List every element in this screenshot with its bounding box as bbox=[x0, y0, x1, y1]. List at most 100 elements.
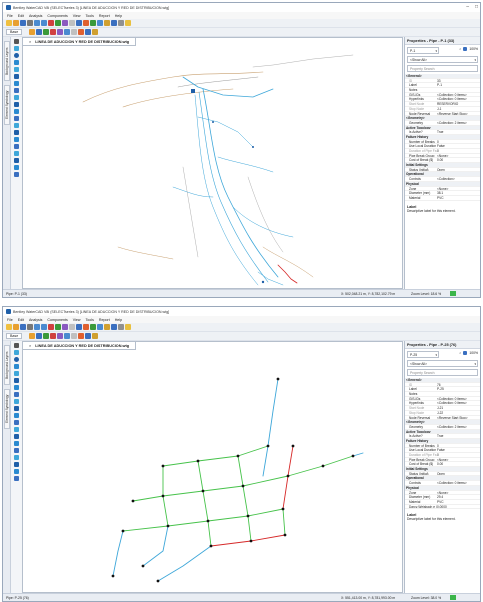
property-value[interactable]: <Reverse Start Stop> bbox=[437, 416, 480, 420]
property-value[interactable]: <None> bbox=[437, 458, 480, 462]
zoom-window-icon[interactable] bbox=[69, 324, 75, 330]
valve-tool-icon[interactable] bbox=[14, 392, 19, 397]
zoom-out-icon[interactable] bbox=[85, 29, 92, 35]
select-arrow-icon[interactable] bbox=[14, 343, 19, 348]
base-scenario-dropdown[interactable]: Base bbox=[6, 29, 23, 35]
calculation-options-icon[interactable] bbox=[36, 29, 43, 35]
drawing-tab[interactable]: × LINEA DE ADUCCION Y RED DE DISTRIBUCION… bbox=[23, 342, 137, 350]
junction-node[interactable] bbox=[276, 377, 280, 381]
customer-meter-tool-icon[interactable] bbox=[14, 158, 19, 163]
property-value[interactable]: <Collection: 0 items> bbox=[437, 401, 480, 405]
fcv-tool-icon[interactable] bbox=[14, 109, 19, 114]
menu-analysis[interactable]: Analysis bbox=[29, 318, 42, 322]
open-folder-icon[interactable] bbox=[13, 324, 19, 330]
background-layers-icon[interactable] bbox=[64, 333, 71, 339]
junction-node[interactable] bbox=[283, 533, 287, 537]
menu-report[interactable]: Report bbox=[99, 14, 110, 18]
maximize-icon[interactable]: □ bbox=[475, 4, 478, 10]
new-file-icon[interactable] bbox=[6, 20, 12, 26]
menu-help[interactable]: Help bbox=[115, 318, 122, 322]
menu-tools[interactable]: Tools bbox=[86, 318, 94, 322]
property-value[interactable]: 33 bbox=[437, 79, 480, 83]
help-small-icon[interactable] bbox=[463, 47, 468, 51]
reservoir-tool-icon[interactable] bbox=[14, 378, 19, 383]
property-value[interactable]: J-21 bbox=[437, 406, 480, 410]
junction-node[interactable] bbox=[261, 280, 265, 284]
delete-icon[interactable] bbox=[48, 20, 54, 26]
junction-node[interactable] bbox=[111, 574, 115, 578]
graph-icon[interactable] bbox=[90, 20, 96, 26]
menu-components[interactable]: Components bbox=[47, 14, 67, 18]
border-text-tool-icon[interactable] bbox=[14, 172, 19, 177]
turbine-tool-icon[interactable] bbox=[14, 448, 19, 453]
zoom-extents-icon[interactable] bbox=[76, 324, 82, 330]
drawing-tab[interactable]: × LINEA DE ADUCCION Y RED DE DISTRIBUCION… bbox=[23, 38, 137, 46]
property-value[interactable]: 0 bbox=[437, 453, 480, 457]
property-value[interactable]: P-25 bbox=[437, 387, 480, 391]
flextable-icon[interactable] bbox=[104, 324, 110, 330]
border-text-tool-icon[interactable] bbox=[14, 476, 19, 481]
property-value[interactable]: <Collection: 0 items> bbox=[437, 93, 480, 97]
element-selector[interactable]: P-1 ▾ bbox=[407, 47, 439, 54]
property-search-input[interactable]: Property Search bbox=[407, 369, 478, 376]
gpv-tool-icon[interactable] bbox=[14, 123, 19, 128]
report-icon[interactable] bbox=[83, 324, 89, 330]
property-search-input[interactable]: Property Search bbox=[407, 65, 478, 72]
save-icon[interactable] bbox=[20, 324, 26, 330]
menu-edit[interactable]: Edit bbox=[18, 318, 24, 322]
close-tab-icon[interactable]: × bbox=[29, 40, 31, 44]
property-value[interactable]: PVC bbox=[437, 196, 480, 200]
junction-node[interactable] bbox=[161, 464, 165, 468]
drawing-pane[interactable]: × LINEA DE ADUCCION Y RED DE DISTRIBUCION… bbox=[22, 341, 403, 593]
zoom-previous-icon[interactable] bbox=[92, 333, 99, 339]
property-value[interactable]: <None> bbox=[437, 187, 480, 191]
validate-icon[interactable] bbox=[43, 333, 50, 339]
element-symbology-icon[interactable] bbox=[57, 29, 64, 35]
undo-icon[interactable] bbox=[34, 20, 40, 26]
property-value[interactable]: True bbox=[437, 130, 480, 134]
pan-icon[interactable] bbox=[71, 29, 78, 35]
compute-icon[interactable] bbox=[55, 20, 61, 26]
element-symbology-tab[interactable]: Element Symbology bbox=[4, 85, 10, 125]
property-value[interactable]: False bbox=[437, 448, 480, 452]
property-value[interactable]: <Collection: 0 items> bbox=[437, 481, 480, 485]
compute-icon[interactable] bbox=[55, 324, 61, 330]
print-icon[interactable] bbox=[27, 20, 33, 26]
property-value[interactable]: True bbox=[437, 434, 480, 438]
property-value[interactable]: 0.0000 bbox=[437, 505, 480, 509]
save-icon[interactable] bbox=[20, 20, 26, 26]
property-row[interactable]: Darcy-Weisbach e (0.0000 bbox=[405, 505, 480, 510]
property-value[interactable]: 38.1 bbox=[437, 191, 480, 195]
scenario-icon[interactable] bbox=[62, 20, 68, 26]
menu-components[interactable]: Components bbox=[47, 318, 67, 322]
pump-tool-icon[interactable] bbox=[14, 81, 19, 86]
redo-icon[interactable] bbox=[41, 20, 47, 26]
property-row[interactable]: Material PVC bbox=[405, 196, 480, 201]
element-selector[interactable]: P-25 ▾ bbox=[407, 351, 439, 358]
user-notifications-icon[interactable] bbox=[50, 333, 57, 339]
calculation-options-icon[interactable] bbox=[36, 333, 43, 339]
scada-tool-icon[interactable] bbox=[14, 165, 19, 170]
background-layers-tab[interactable]: Background Layers bbox=[4, 41, 10, 81]
select-arrow-icon[interactable] bbox=[14, 39, 19, 44]
reservoir-tool-icon[interactable] bbox=[14, 74, 19, 79]
report-icon[interactable] bbox=[83, 20, 89, 26]
property-value[interactable]: 0 bbox=[437, 444, 480, 448]
prv-tool-icon[interactable] bbox=[14, 95, 19, 100]
zoom-value[interactable]: 100% bbox=[469, 47, 478, 51]
help-icon[interactable] bbox=[125, 20, 131, 26]
help-icon[interactable] bbox=[125, 324, 131, 330]
background-layers-tab[interactable]: Background Layers bbox=[4, 345, 10, 385]
property-value[interactable]: <Reverse Start Stop> bbox=[437, 112, 480, 116]
junction-node[interactable] bbox=[212, 121, 214, 123]
alternatives-icon[interactable] bbox=[29, 333, 36, 339]
junction-node[interactable] bbox=[321, 464, 325, 468]
junction-node[interactable] bbox=[141, 564, 145, 568]
pump-tool-icon[interactable] bbox=[14, 385, 19, 390]
property-value[interactable]: J-1 bbox=[437, 107, 480, 111]
property-value[interactable]: J-22 bbox=[437, 411, 480, 415]
junction-node[interactable] bbox=[166, 524, 170, 528]
customer-meter-tool-icon[interactable] bbox=[14, 462, 19, 467]
junction-node[interactable] bbox=[291, 444, 295, 448]
isolation-valve-tool-icon[interactable] bbox=[14, 434, 19, 439]
